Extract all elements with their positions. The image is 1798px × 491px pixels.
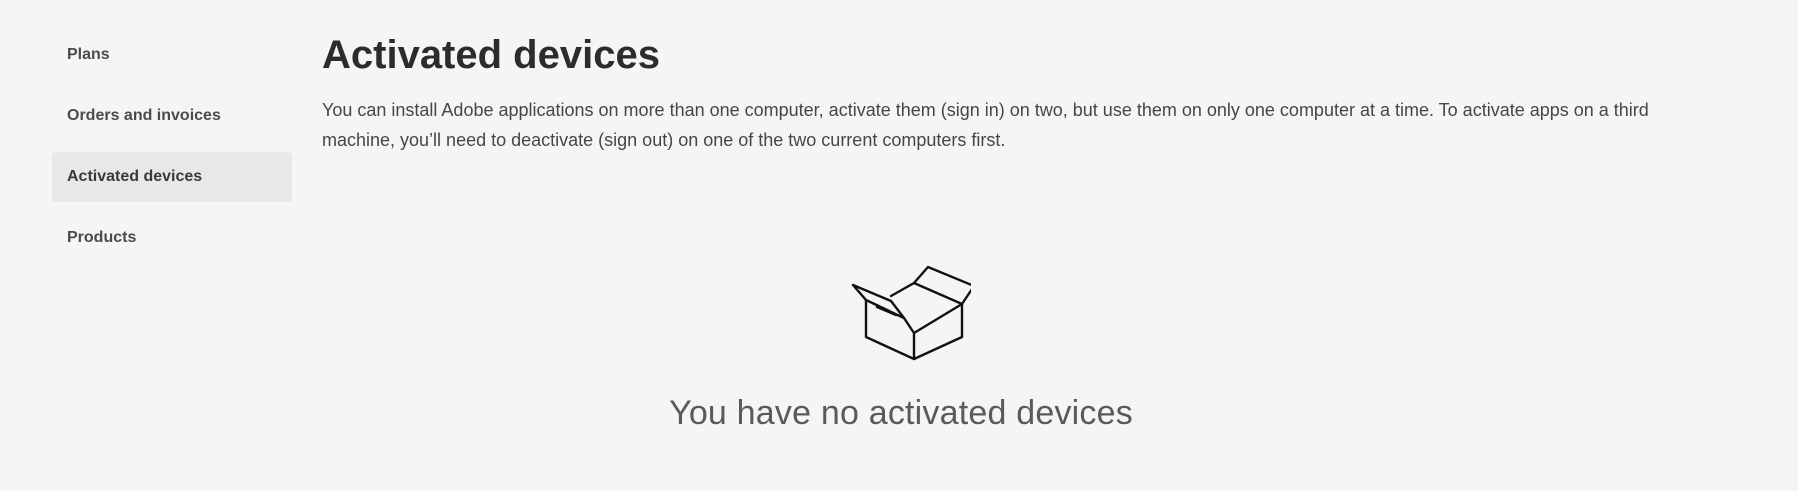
sidebar-item-label: Orders and invoices [67, 107, 221, 124]
sidebar-nav: Plans Orders and invoices Activated devi… [52, 30, 292, 274]
page: Plans Orders and invoices Activated devi… [0, 0, 1798, 491]
empty-state: You have no activated devices [551, 262, 1251, 433]
page-description: You can install Adobe applications on mo… [322, 100, 1649, 150]
sidebar-item-products[interactable]: Products [52, 213, 292, 263]
sidebar-item-activated-devices[interactable]: Activated devices [52, 152, 292, 202]
sidebar-item-label: Activated devices [67, 168, 203, 185]
main-content: Activated devices You can install Adobe … [322, 27, 1772, 155]
sidebar-item-plans[interactable]: Plans [52, 30, 292, 80]
sidebar-item-label: Plans [67, 46, 110, 63]
sidebar-item-label: Products [67, 229, 137, 246]
empty-state-message: You have no activated devices [669, 394, 1133, 432]
sidebar-item-orders-and-invoices[interactable]: Orders and invoices [52, 91, 292, 141]
page-title: Activated devices [322, 33, 660, 77]
open-box-icon [551, 262, 1251, 362]
